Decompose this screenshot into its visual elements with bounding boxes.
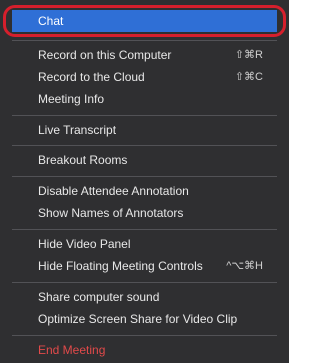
menu-item-label: Optimize Screen Share for Video Clip [38,312,238,326]
menu-item-label: Breakout Rooms [38,153,128,167]
menu-item-label: Show Names of Annotators [38,206,184,220]
menu-item-optimize-share[interactable]: Optimize Screen Share for Video Clip [12,308,277,330]
menu-item-meeting-info[interactable]: Meeting Info [12,88,277,110]
context-menu: Chat Record on this Computer ⇧⌘R Record … [0,0,289,363]
menu-item-record-computer[interactable]: Record on this Computer ⇧⌘R [12,44,277,66]
menu-item-label: Live Transcript [38,123,117,137]
menu-divider [12,145,277,146]
menu-item-label: Meeting Info [38,92,105,106]
menu-item-label: Hide Floating Meeting Controls [38,259,203,273]
menu-item-breakout-rooms[interactable]: Breakout Rooms [12,149,277,171]
menu-divider [12,335,277,336]
menu-item-chat[interactable]: Chat [12,10,277,32]
shortcut-label: ⇧⌘C [234,71,263,83]
menu-divider [12,115,277,116]
menu-item-record-cloud[interactable]: Record to the Cloud ⇧⌘C [12,66,277,88]
menu-divider [12,40,277,41]
menu-item-label: Hide Video Panel [38,237,131,251]
menu-divider [12,282,277,283]
menu-divider [12,229,277,230]
menu-item-label: Record to the Cloud [38,70,145,84]
menu-item-label: End Meeting [38,343,106,357]
menu-item-share-sound[interactable]: Share computer sound [12,286,277,308]
menu-item-show-annotators[interactable]: Show Names of Annotators [12,202,277,224]
menu-item-label: Share computer sound [38,290,160,304]
menu-item-label: Chat [38,14,64,28]
shortcut-label: ^⌥⌘H [226,260,263,272]
menu-item-disable-annotation[interactable]: Disable Attendee Annotation [12,180,277,202]
shortcut-label: ⇧⌘R [234,49,263,61]
menu-divider [12,176,277,177]
menu-item-label: Record on this Computer [38,48,172,62]
menu-item-hide-video-panel[interactable]: Hide Video Panel [12,233,277,255]
menu-item-label: Disable Attendee Annotation [38,184,189,198]
menu-item-hide-floating-controls[interactable]: Hide Floating Meeting Controls ^⌥⌘H [12,255,277,277]
menu-item-end-meeting[interactable]: End Meeting [12,339,277,361]
menu-item-live-transcript[interactable]: Live Transcript [12,119,277,141]
